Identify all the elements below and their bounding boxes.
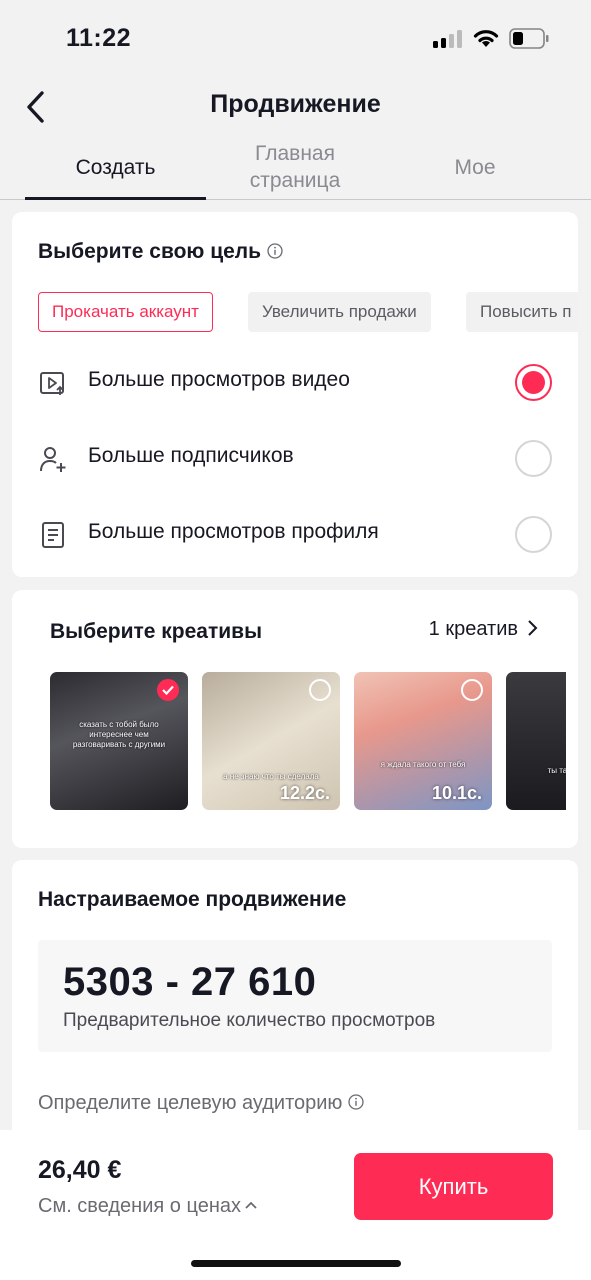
radio-unselected[interactable] xyxy=(515,440,552,477)
thumb-caption: ты так красива xyxy=(547,766,566,775)
thumb-duration: 10.1с. xyxy=(431,783,482,803)
page-title: Продвижение xyxy=(210,90,381,118)
creative-count-label: 1 креатив xyxy=(428,618,518,640)
thumb-caption: а не знаю что ты сделала xyxy=(223,772,319,781)
chip-boost-account[interactable]: Прокачать аккаунт xyxy=(38,292,213,332)
chip-increase-sales[interactable]: Увеличить продажи xyxy=(248,292,431,332)
profile-page-icon xyxy=(42,522,64,548)
active-tab-indicator xyxy=(25,197,206,200)
option-label: Больше просмотров профиля xyxy=(88,520,379,543)
goal-title: Выберите свою цель xyxy=(38,240,262,263)
creative-thumb[interactable]: сказать с тобой было интереснее чем разг… xyxy=(50,672,188,810)
battery-icon xyxy=(509,28,549,49)
home-indicator xyxy=(191,1260,401,1267)
creative-thumb[interactable]: ты так красива xyxy=(506,672,566,810)
purchase-footer: 26,40 € См. сведения о ценах Купить xyxy=(0,1130,591,1280)
estimate-box: 5303 - 27 610 Предварительное количество… xyxy=(38,940,552,1052)
tab-bar: Создать Главная страница Мое xyxy=(0,140,591,200)
thumb-duration: 12.2с. xyxy=(279,783,330,803)
estimate-label: Предварительное количество просмотров xyxy=(63,1010,436,1031)
add-follower-icon xyxy=(40,447,66,472)
option-label: Больше подписчиков xyxy=(88,444,294,467)
price-details-label: См. сведения о ценах xyxy=(38,1195,241,1217)
option-profile-views[interactable]: Больше просмотров профиля xyxy=(12,504,578,564)
audience-section[interactable]: Определите целевую аудиторию xyxy=(38,1092,365,1115)
thumb-caption: я ждала такого от тебя xyxy=(380,760,466,769)
thumb-check-unselected[interactable] xyxy=(461,679,483,701)
price-details-link[interactable]: См. сведения о ценах xyxy=(38,1195,258,1218)
creative-thumb[interactable]: а не знаю что ты сделала 12.2с. xyxy=(202,672,340,810)
cellular-signal-icon xyxy=(433,30,463,48)
creative-thumb[interactable]: я ждала такого от тебя 10.1с. xyxy=(354,672,492,810)
creatives-title: Выберите креативы xyxy=(50,620,263,643)
audience-label: Определите целевую аудиторию xyxy=(38,1092,343,1114)
info-icon[interactable] xyxy=(267,243,283,259)
buy-button[interactable]: Купить xyxy=(354,1153,553,1220)
goal-card: Выберите свою цель Прокачать аккаунт Уве… xyxy=(12,212,578,577)
option-followers[interactable]: Больше подписчиков xyxy=(12,428,578,488)
option-label: Больше просмотров видео xyxy=(88,368,350,391)
custom-promotion-card: Настраиваемое продвижение 5303 - 27 610 … xyxy=(12,860,578,1160)
info-icon[interactable] xyxy=(348,1094,365,1110)
thumb-check-selected[interactable] xyxy=(157,679,179,701)
chevron-up-icon xyxy=(245,1201,257,1209)
creatives-card: Выберите креативы 1 креатив сказать с то… xyxy=(12,590,578,848)
goal-section: Выберите свою цель xyxy=(38,240,283,264)
estimate-range: 5303 - 27 610 xyxy=(63,960,317,1004)
tab-home-page[interactable]: Главная страница xyxy=(225,140,365,194)
tab-create[interactable]: Создать xyxy=(25,154,206,181)
wifi-icon xyxy=(473,30,499,47)
checkmark-icon xyxy=(162,685,174,696)
status-time: 11:22 xyxy=(66,24,132,52)
thumb-check-unselected[interactable] xyxy=(309,679,331,701)
radio-selected[interactable] xyxy=(515,364,552,401)
status-bar: 11:22 xyxy=(0,0,591,72)
chevron-right-icon xyxy=(528,620,538,636)
creative-count-link[interactable]: 1 креатив xyxy=(429,618,538,641)
radio-unselected[interactable] xyxy=(515,516,552,553)
custom-title: Настраиваемое продвижение xyxy=(38,888,347,911)
tab-mine[interactable]: Мое xyxy=(400,154,550,181)
creative-thumbnails: сказать с тобой было интереснее чем разг… xyxy=(50,672,566,812)
price-total: 26,40 € xyxy=(38,1156,122,1184)
chip-increase-more[interactable]: Повысить п xyxy=(466,292,578,332)
goal-chips: Прокачать аккаунт Увеличить продажи Повы… xyxy=(38,292,578,334)
video-views-icon xyxy=(40,372,64,395)
option-video-views[interactable]: Больше просмотров видео xyxy=(12,352,578,412)
thumb-caption: сказать с тобой было интереснее чем разг… xyxy=(72,720,166,749)
header: Продвижение Создать Главная страница Мое xyxy=(0,72,591,200)
